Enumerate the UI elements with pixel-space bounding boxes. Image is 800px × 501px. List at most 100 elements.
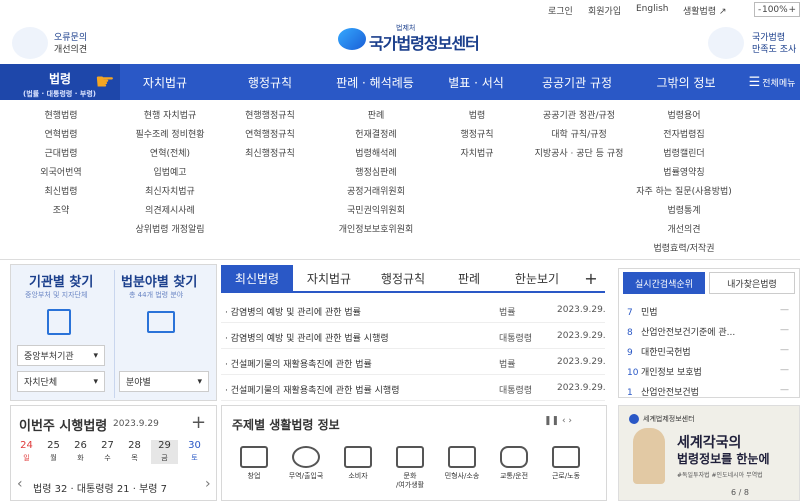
mega-link[interactable]: 자치법규	[446, 148, 508, 167]
mega-link[interactable]: 법령	[446, 110, 508, 129]
calendar-day[interactable]: 26 화	[67, 440, 94, 464]
mega-link[interactable]: 최신법령	[22, 186, 100, 205]
table-row[interactable]: · 감염병의 예방 및 관리에 관한 법률 시행령 대통령령 2023.9.29…	[221, 324, 606, 349]
world-law-banner[interactable]: 세계법제정보센터 세계각국의 법령정보를 한눈에 #독일투자법 #인도네시아 무…	[618, 405, 800, 501]
english-link[interactable]: English	[636, 4, 669, 14]
mega-link[interactable]: 상위법령 개정알림	[120, 224, 220, 243]
calendar-day[interactable]: 30 토	[181, 440, 208, 464]
mega-link[interactable]: 연혁행정규칙	[228, 129, 312, 148]
law-title[interactable]: · 건설폐기물의 재활용촉진에 관한 법률	[225, 357, 372, 370]
mega-link[interactable]: 판례	[326, 110, 426, 129]
nav-public-rule[interactable]: 공공기관 규정	[527, 64, 627, 100]
survey-link[interactable]: 국가법령 만족도 조사	[752, 32, 796, 56]
mega-link[interactable]: 개인정보보호위원회	[326, 224, 426, 243]
rank-item[interactable]: 10 개인정보 보호법	[627, 365, 702, 378]
nav-admin-rule[interactable]: 행정규칙	[225, 64, 315, 100]
tab-overview[interactable]: 한눈보기	[497, 265, 577, 293]
login-link[interactable]: 로그인	[548, 4, 573, 17]
mega-link[interactable]: 지방공사 · 공단 등 규정	[530, 148, 628, 167]
mega-link[interactable]: 조약	[22, 205, 100, 224]
mega-link[interactable]: 필수조례 정비현황	[120, 129, 220, 148]
mega-link[interactable]: 법령용어	[632, 110, 736, 129]
field-finder-title[interactable]: 법분야별 찾기	[121, 271, 197, 290]
calendar-day[interactable]: 24 일	[13, 440, 40, 464]
mega-link[interactable]: 법률영약칭	[632, 167, 736, 186]
mega-link[interactable]: 의견제시사례	[120, 205, 220, 224]
signup-link[interactable]: 회원가입	[588, 4, 621, 17]
mega-link[interactable]: 법령통계	[632, 205, 736, 224]
mega-link[interactable]: 최신행정규칙	[228, 148, 312, 167]
mega-link[interactable]: 현행행정규칙	[228, 110, 312, 129]
rank-item[interactable]: 1 산업안전보건법	[627, 385, 699, 398]
mega-link[interactable]: 개선의견	[632, 224, 736, 243]
mega-link[interactable]: 국민권익위원회	[326, 205, 426, 224]
central-agency-select[interactable]: 중앙부처기관 ▾	[17, 345, 105, 366]
theme-trade[interactable]: 무역/출입국	[284, 446, 328, 481]
weekly-law-more-button[interactable]: +	[191, 412, 206, 433]
survey-icon[interactable]	[708, 27, 744, 59]
mega-link[interactable]: 법령캘린더	[632, 148, 736, 167]
local-gov-select[interactable]: 자치단체 ▾	[17, 371, 105, 392]
theme-startup[interactable]: 창업	[232, 446, 276, 481]
nav-local[interactable]: 자치법규	[120, 64, 210, 100]
mega-link[interactable]: 행정규칙	[446, 129, 508, 148]
org-finder-title[interactable]: 기관별 찾기	[29, 271, 93, 290]
rank-item[interactable]: 9 대한민국헌법	[627, 345, 691, 358]
rank-item[interactable]: 7 민법	[627, 305, 658, 318]
theme-civil[interactable]: 민형사/소송	[440, 446, 484, 481]
theme-controls[interactable]: ❚❚ ‹ ›	[544, 416, 572, 426]
mega-link[interactable]: 공정거래위원회	[326, 186, 426, 205]
theme-labor[interactable]: 근로/노동	[544, 446, 588, 481]
tab-admin-rule[interactable]: 행정규칙	[365, 265, 441, 293]
tab-add-button[interactable]: +	[577, 265, 605, 293]
feedback-link[interactable]: 오류문의 개선의견	[54, 32, 87, 56]
mega-link[interactable]: 대학 규칙/규정	[530, 129, 628, 148]
tab-realtime-rank[interactable]: 실시간검색순위	[623, 272, 705, 294]
calendar-day-selected[interactable]: 29 금	[151, 440, 178, 464]
mega-link[interactable]: 전자법령집	[632, 129, 736, 148]
nav-annex[interactable]: 별표 · 서식	[432, 64, 520, 100]
field-select[interactable]: 분야별 ▾	[119, 371, 209, 392]
theme-culture[interactable]: 문화 /여가생활	[388, 446, 432, 490]
all-menu-button[interactable]: ☰ 전체메뉴	[744, 64, 800, 100]
mega-link[interactable]: 최신자치법규	[120, 186, 220, 205]
mega-link[interactable]: 공공기관 정관/규정	[530, 110, 628, 129]
zoom-out-button[interactable]: -	[758, 5, 761, 15]
calendar-day[interactable]: 27 수	[94, 440, 121, 464]
life-law-link[interactable]: 생활법령 ↗	[683, 4, 727, 17]
theme-consumer[interactable]: 소비자	[336, 446, 380, 481]
table-row[interactable]: · 감염병의 예방 및 관리에 관한 법률 법률 2023.9.29.	[221, 298, 606, 323]
mega-link[interactable]: 헌재결정례	[326, 129, 426, 148]
law-title[interactable]: · 건설폐기물의 재활용촉진에 관한 법률 시행령	[225, 383, 400, 396]
mega-link[interactable]: 연혁법령	[22, 129, 100, 148]
mega-link[interactable]: 행정심판례	[326, 167, 426, 186]
mega-link[interactable]: 자주 하는 질문(사용방법)	[632, 186, 736, 205]
tab-recent-law[interactable]: 최신법령	[221, 265, 293, 293]
zoom-in-button[interactable]: +	[788, 5, 796, 15]
tab-local-law[interactable]: 자치법규	[293, 265, 365, 293]
logo-emblem-icon[interactable]	[338, 28, 366, 50]
mega-link[interactable]: 법령효력/저작권	[632, 243, 736, 262]
law-title[interactable]: · 감염병의 예방 및 관리에 관한 법률 시행령	[225, 331, 389, 344]
site-logo[interactable]: 국가법령정보센터	[369, 30, 480, 54]
theme-traffic[interactable]: 교통/운전	[492, 446, 536, 481]
nav-precedent[interactable]: 판례 · 해석례등	[320, 64, 430, 100]
nav-other[interactable]: 그밖의 정보	[636, 64, 736, 100]
mega-link[interactable]: 외국어번역	[22, 167, 100, 186]
feedback-icon[interactable]	[12, 27, 48, 59]
mega-link[interactable]: 현행 자치법규	[120, 110, 220, 129]
table-row[interactable]: · 건설폐기물의 재활용촉진에 관한 법률 법률 2023.9.29.	[221, 350, 606, 375]
rank-item[interactable]: 8 산업안전보건기준에 관...	[627, 325, 735, 338]
mega-link[interactable]: 근대법령	[22, 148, 100, 167]
next-arrow-icon[interactable]: ›	[205, 476, 211, 492]
mega-link[interactable]: 법령해석례	[326, 148, 426, 167]
mega-link[interactable]: 현행법령	[22, 110, 100, 129]
calendar-day[interactable]: 28 목	[121, 440, 148, 464]
prev-arrow-icon[interactable]: ‹	[17, 476, 23, 492]
table-row[interactable]: · 건설폐기물의 재활용촉진에 관한 법률 시행령 대통령령 2023.9.29…	[221, 376, 606, 401]
tab-my-laws[interactable]: 내가찾은법령	[709, 272, 795, 294]
mega-link[interactable]: 연혁(전체)	[120, 148, 220, 167]
mega-link[interactable]: 입법예고	[120, 167, 220, 186]
calendar-day[interactable]: 25 월	[40, 440, 67, 464]
law-title[interactable]: · 감염병의 예방 및 관리에 관한 법률	[225, 305, 361, 318]
